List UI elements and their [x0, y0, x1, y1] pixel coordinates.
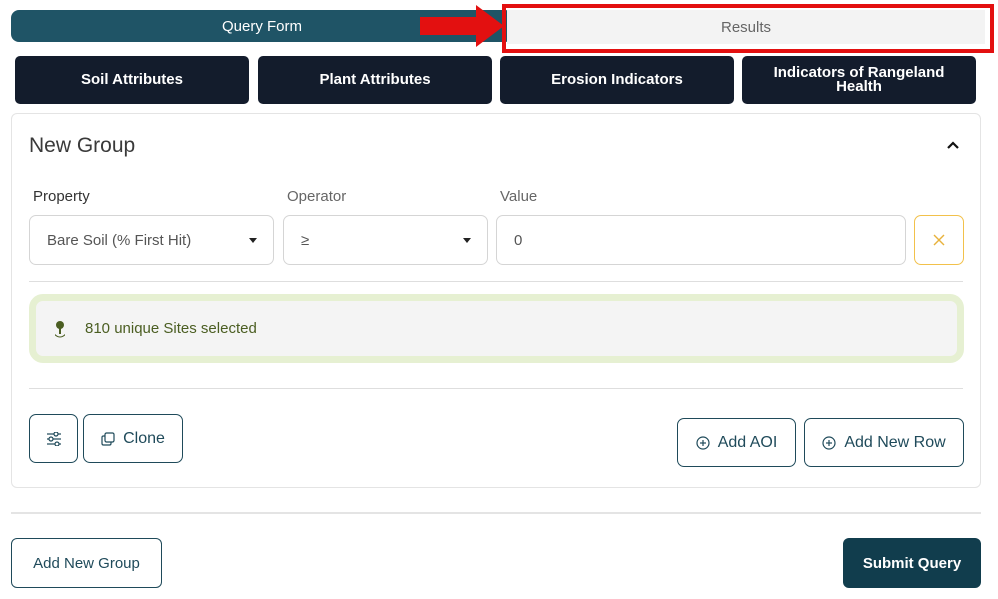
- add-new-row-button[interactable]: Add New Row: [804, 418, 964, 467]
- filter-settings-button[interactable]: [29, 414, 78, 463]
- chevron-up-icon[interactable]: [946, 138, 960, 152]
- close-icon: [933, 234, 945, 246]
- caret-down-icon: [249, 238, 257, 243]
- add-aoi-button[interactable]: Add AOI: [677, 418, 796, 467]
- tab-results[interactable]: Results: [507, 10, 985, 44]
- property-select-value: Bare Soil (% First Hit): [47, 231, 192, 249]
- group-card: New Group Property Operator Value Bare S…: [11, 113, 981, 488]
- group-title: New Group: [29, 134, 136, 157]
- sites-selected-info: 810 unique Sites selected: [29, 294, 964, 363]
- caret-down-icon: [463, 238, 471, 243]
- sites-selected-text: 810 unique Sites selected: [85, 320, 257, 337]
- value-input[interactable]: 0: [496, 215, 906, 265]
- plus-circle-icon: [696, 435, 710, 450]
- arrow-right-icon: [420, 5, 504, 47]
- property-select[interactable]: Bare Soil (% First Hit): [29, 215, 274, 265]
- operator-label: Operator: [287, 188, 347, 205]
- map-pin-icon: [55, 320, 65, 337]
- remove-row-button[interactable]: [914, 215, 964, 265]
- divider: [29, 281, 963, 282]
- operator-select-value: ≥: [301, 231, 310, 249]
- sliders-icon: [46, 431, 61, 446]
- submit-query-button[interactable]: Submit Query: [843, 538, 981, 588]
- add-new-group-button[interactable]: Add New Group: [11, 538, 162, 588]
- add-new-row-label: Add New Row: [844, 433, 946, 451]
- clone-button[interactable]: Clone: [83, 414, 183, 463]
- copy-icon: [101, 431, 115, 446]
- page-divider: [11, 512, 981, 514]
- value-input-text: 0: [514, 231, 523, 249]
- value-label: Value: [500, 188, 538, 205]
- soil-attributes-button[interactable]: Soil Attributes: [15, 56, 249, 104]
- plant-attributes-button[interactable]: Plant Attributes: [258, 56, 492, 104]
- erosion-indicators-button[interactable]: Erosion Indicators: [500, 56, 734, 104]
- operator-select[interactable]: ≥: [283, 215, 488, 265]
- clone-button-label: Clone: [123, 429, 165, 447]
- plus-circle-icon: [822, 435, 836, 450]
- divider: [29, 388, 963, 389]
- rangeland-health-button[interactable]: Indicators of Rangeland Health: [742, 56, 976, 104]
- add-aoi-label: Add AOI: [717, 433, 778, 451]
- category-buttons: Soil Attributes Plant Attributes Erosion…: [15, 56, 977, 104]
- property-label: Property: [33, 188, 90, 205]
